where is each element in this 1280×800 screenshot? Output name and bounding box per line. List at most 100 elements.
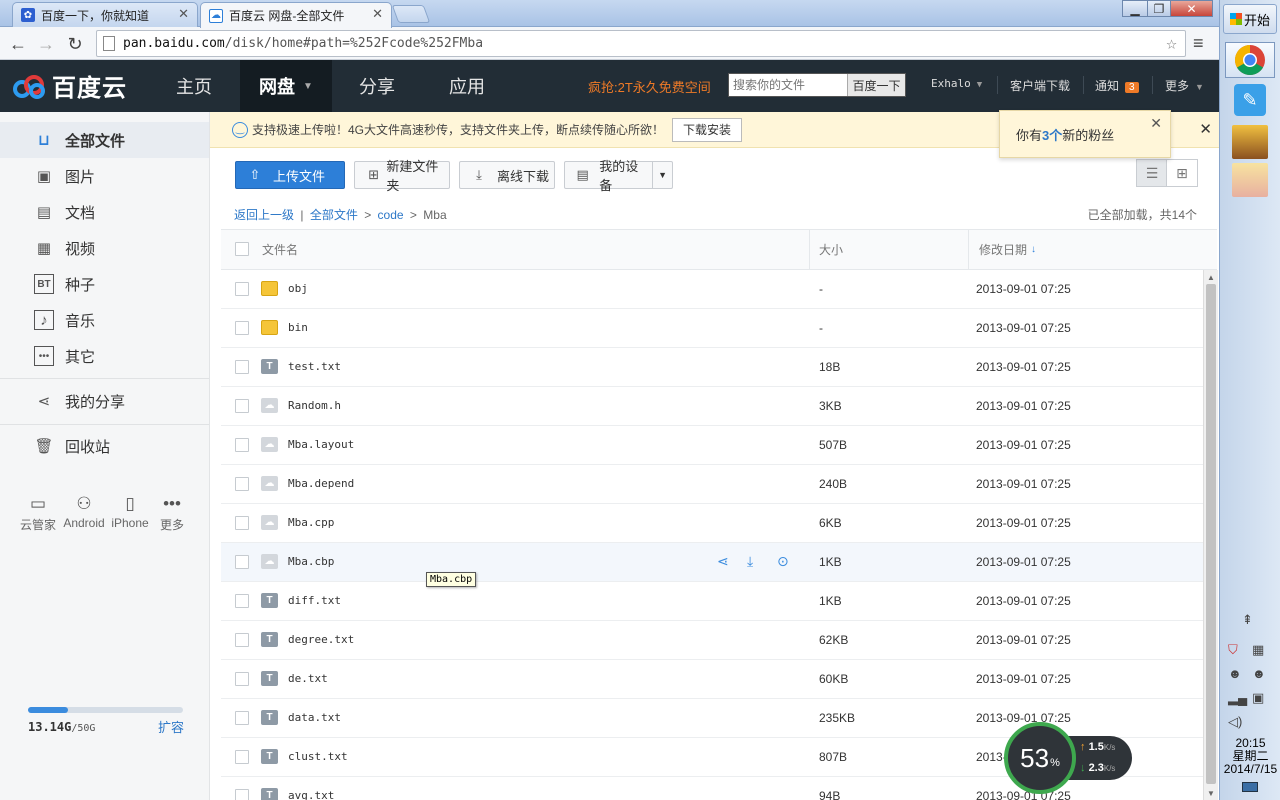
nav-home[interactable]: 主页 [148,60,240,112]
file-name[interactable]: test.txt [288,360,341,373]
input-method-icon[interactable]: ▣ [1252,690,1264,706]
nav-share[interactable]: 分享 [332,60,422,112]
volume-icon[interactable]: ◁) [1228,714,1242,730]
row-checkbox[interactable] [235,633,249,647]
table-row[interactable]: ☁ Mba.layout 507B 2013-09-01 07:25 [221,426,1203,465]
my-devices-button[interactable]: ▤ 我的设备 ▼ [564,159,673,193]
download-install-button[interactable]: 下载安装 [672,117,743,142]
row-checkbox[interactable] [235,789,249,800]
select-all-checkbox[interactable] [235,242,249,256]
notifications-link[interactable]: 通知 3 [1095,77,1139,94]
table-row[interactable]: Ttest.txt 18B 2013-09-01 07:25 [221,348,1203,387]
download-icon[interactable]: ⤓ [747,553,753,570]
close-icon[interactable]: ✕ [178,6,189,22]
table-row[interactable]: bin - 2013-09-01 07:25 [221,309,1203,348]
scrollbar[interactable]: ▲ ▼ [1203,270,1218,800]
baidu-cloud-logo[interactable]: 百度云 [12,68,127,103]
table-row[interactable]: ☁ Mba.cbp 1KB 2013-09-01 07:25 ⋖ ⤓ ⊙ [221,543,1203,582]
new-folder-button[interactable]: ⊞ 新建文件夹 [354,159,450,193]
file-name[interactable]: bin [288,321,308,334]
sidebar-item-music[interactable]: ♪ 音乐 [0,302,209,338]
expand-storage-link[interactable]: 扩容 [158,717,184,736]
offline-download-button[interactable]: ⤓ 离线下载 [459,161,555,189]
table-row[interactable]: ☁ Random.h 3KB 2013-09-01 07:25 [221,387,1203,426]
window-close-button[interactable]: ✕ [1170,0,1213,17]
taskbar-app-avatar-2[interactable] [1225,162,1275,198]
new-fans-popup[interactable]: 你有 3个 新的粉丝 ✕ [999,110,1171,158]
file-name[interactable]: Mba.layout [288,438,354,451]
chevron-down-icon[interactable]: ▼ [652,162,672,188]
device-android[interactable]: ⚇ Android [60,492,108,530]
network-speed-widget[interactable]: ↑ 1.5K/s ↓ 2.3K/s 53% [1004,722,1132,794]
minimize-button[interactable]: ▁ [1122,0,1148,17]
sidebar-item-other[interactable]: ••• 其它 [0,338,209,374]
close-icon[interactable]: ✕ [1199,120,1212,138]
header-modified-date[interactable]: 修改日期 ↓ [979,230,1036,269]
sidebar-item-documents[interactable]: ▤ 文档 [0,194,209,230]
tab-baidu-search[interactable]: ✿ 百度一下，你就知道 ✕ [12,2,198,27]
address-bar[interactable]: pan.baidu.com/disk/home#path=%252Fcode%2… [96,30,1186,57]
bookmark-star-icon[interactable]: ☆ [1166,33,1177,54]
sidebar-item-recycle-bin[interactable]: 🗑 回收站 [0,428,209,464]
user-menu[interactable]: Exhalo ▼ [931,77,982,90]
header-size[interactable]: 大小 [819,230,843,269]
file-name[interactable]: degree.txt [288,633,354,646]
row-checkbox[interactable] [235,399,249,413]
taskbar-app-avatar-1[interactable] [1225,124,1275,160]
promo-link[interactable]: 疯抢:2T永久免费空间 [588,77,711,96]
table-row[interactable]: Tdiff.txt 1KB 2013-09-01 07:25 [221,582,1203,621]
signal-bars-icon[interactable]: ▂▄ [1228,690,1247,706]
file-name[interactable]: clust.txt [288,750,348,763]
device-iphone[interactable]: ▯ iPhone [106,492,154,530]
row-checkbox[interactable] [235,516,249,530]
row-checkbox[interactable] [235,477,249,491]
show-desktop-icon[interactable] [1242,782,1258,792]
breadcrumb-all-files[interactable]: 全部文件 [310,208,358,222]
device-cloud-manager[interactable]: ▭ 云管家 [14,492,62,533]
nav-apps[interactable]: 应用 [422,60,512,112]
taskbar-notes-app[interactable]: ✎ [1225,82,1275,118]
header-filename[interactable]: 文件名 [262,230,298,269]
forward-arrow-icon[interactable]: → [34,32,58,56]
start-button[interactable]: 开始 [1223,4,1277,34]
row-checkbox[interactable] [235,321,249,335]
file-name[interactable]: obj [288,282,308,295]
sidebar-item-videos[interactable]: ▦ 视频 [0,230,209,266]
file-name[interactable]: Mba.depend [288,477,354,490]
row-checkbox[interactable] [235,711,249,725]
nav-netdisk[interactable]: 网盘 ▼ [240,60,332,112]
column-divider[interactable] [809,230,810,269]
restore-button[interactable]: ❐ [1147,0,1171,17]
table-row[interactable]: Tde.txt 60KB 2013-09-01 07:25 [221,660,1203,699]
more-options-icon[interactable]: ⊙ [777,553,789,570]
upload-button[interactable]: ⇧ 上传文件 [235,161,345,189]
table-row[interactable]: obj - 2013-09-01 07:25 [221,270,1203,309]
tab-baidu-pan[interactable]: ☁ 百度云 网盘-全部文件 ✕ [200,2,392,28]
table-row[interactable]: ☁ Mba.cpp 6KB 2013-09-01 07:25 [221,504,1203,543]
row-checkbox[interactable] [235,672,249,686]
scroll-down-icon[interactable]: ▼ [1207,789,1215,798]
row-checkbox[interactable] [235,360,249,374]
sidebar-item-all-files[interactable]: ⊔ 全部文件 [0,122,209,158]
scroll-up-icon[interactable]: ▲ [1207,273,1215,282]
scrollbar-thumb[interactable] [1206,284,1216,784]
search-input[interactable] [729,74,847,96]
share-icon[interactable]: ⋖ [717,553,729,570]
network-icon[interactable]: ▦ [1252,642,1264,658]
sidebar-item-my-share[interactable]: ⋖ 我的分享 [0,383,209,419]
row-checkbox[interactable] [235,750,249,764]
back-link[interactable]: 返回上一级 [234,208,294,222]
tray-expand-icon[interactable]: ⇞ [1242,612,1253,628]
row-checkbox[interactable] [235,438,249,452]
close-icon[interactable]: ✕ [1150,115,1162,132]
file-name[interactable]: de.txt [288,672,328,685]
breadcrumb-code[interactable]: code [378,208,404,222]
file-name[interactable]: Mba.cpp [288,516,334,529]
close-icon[interactable]: ✕ [372,6,383,22]
back-arrow-icon[interactable]: ← [6,32,30,56]
client-download-link[interactable]: 客户端下载 [1010,77,1070,94]
file-name[interactable]: Mba.cbp [288,555,334,568]
row-checkbox[interactable] [235,282,249,296]
file-name[interactable]: avg.txt [288,789,334,800]
sidebar-item-images[interactable]: ▣ 图片 [0,158,209,194]
